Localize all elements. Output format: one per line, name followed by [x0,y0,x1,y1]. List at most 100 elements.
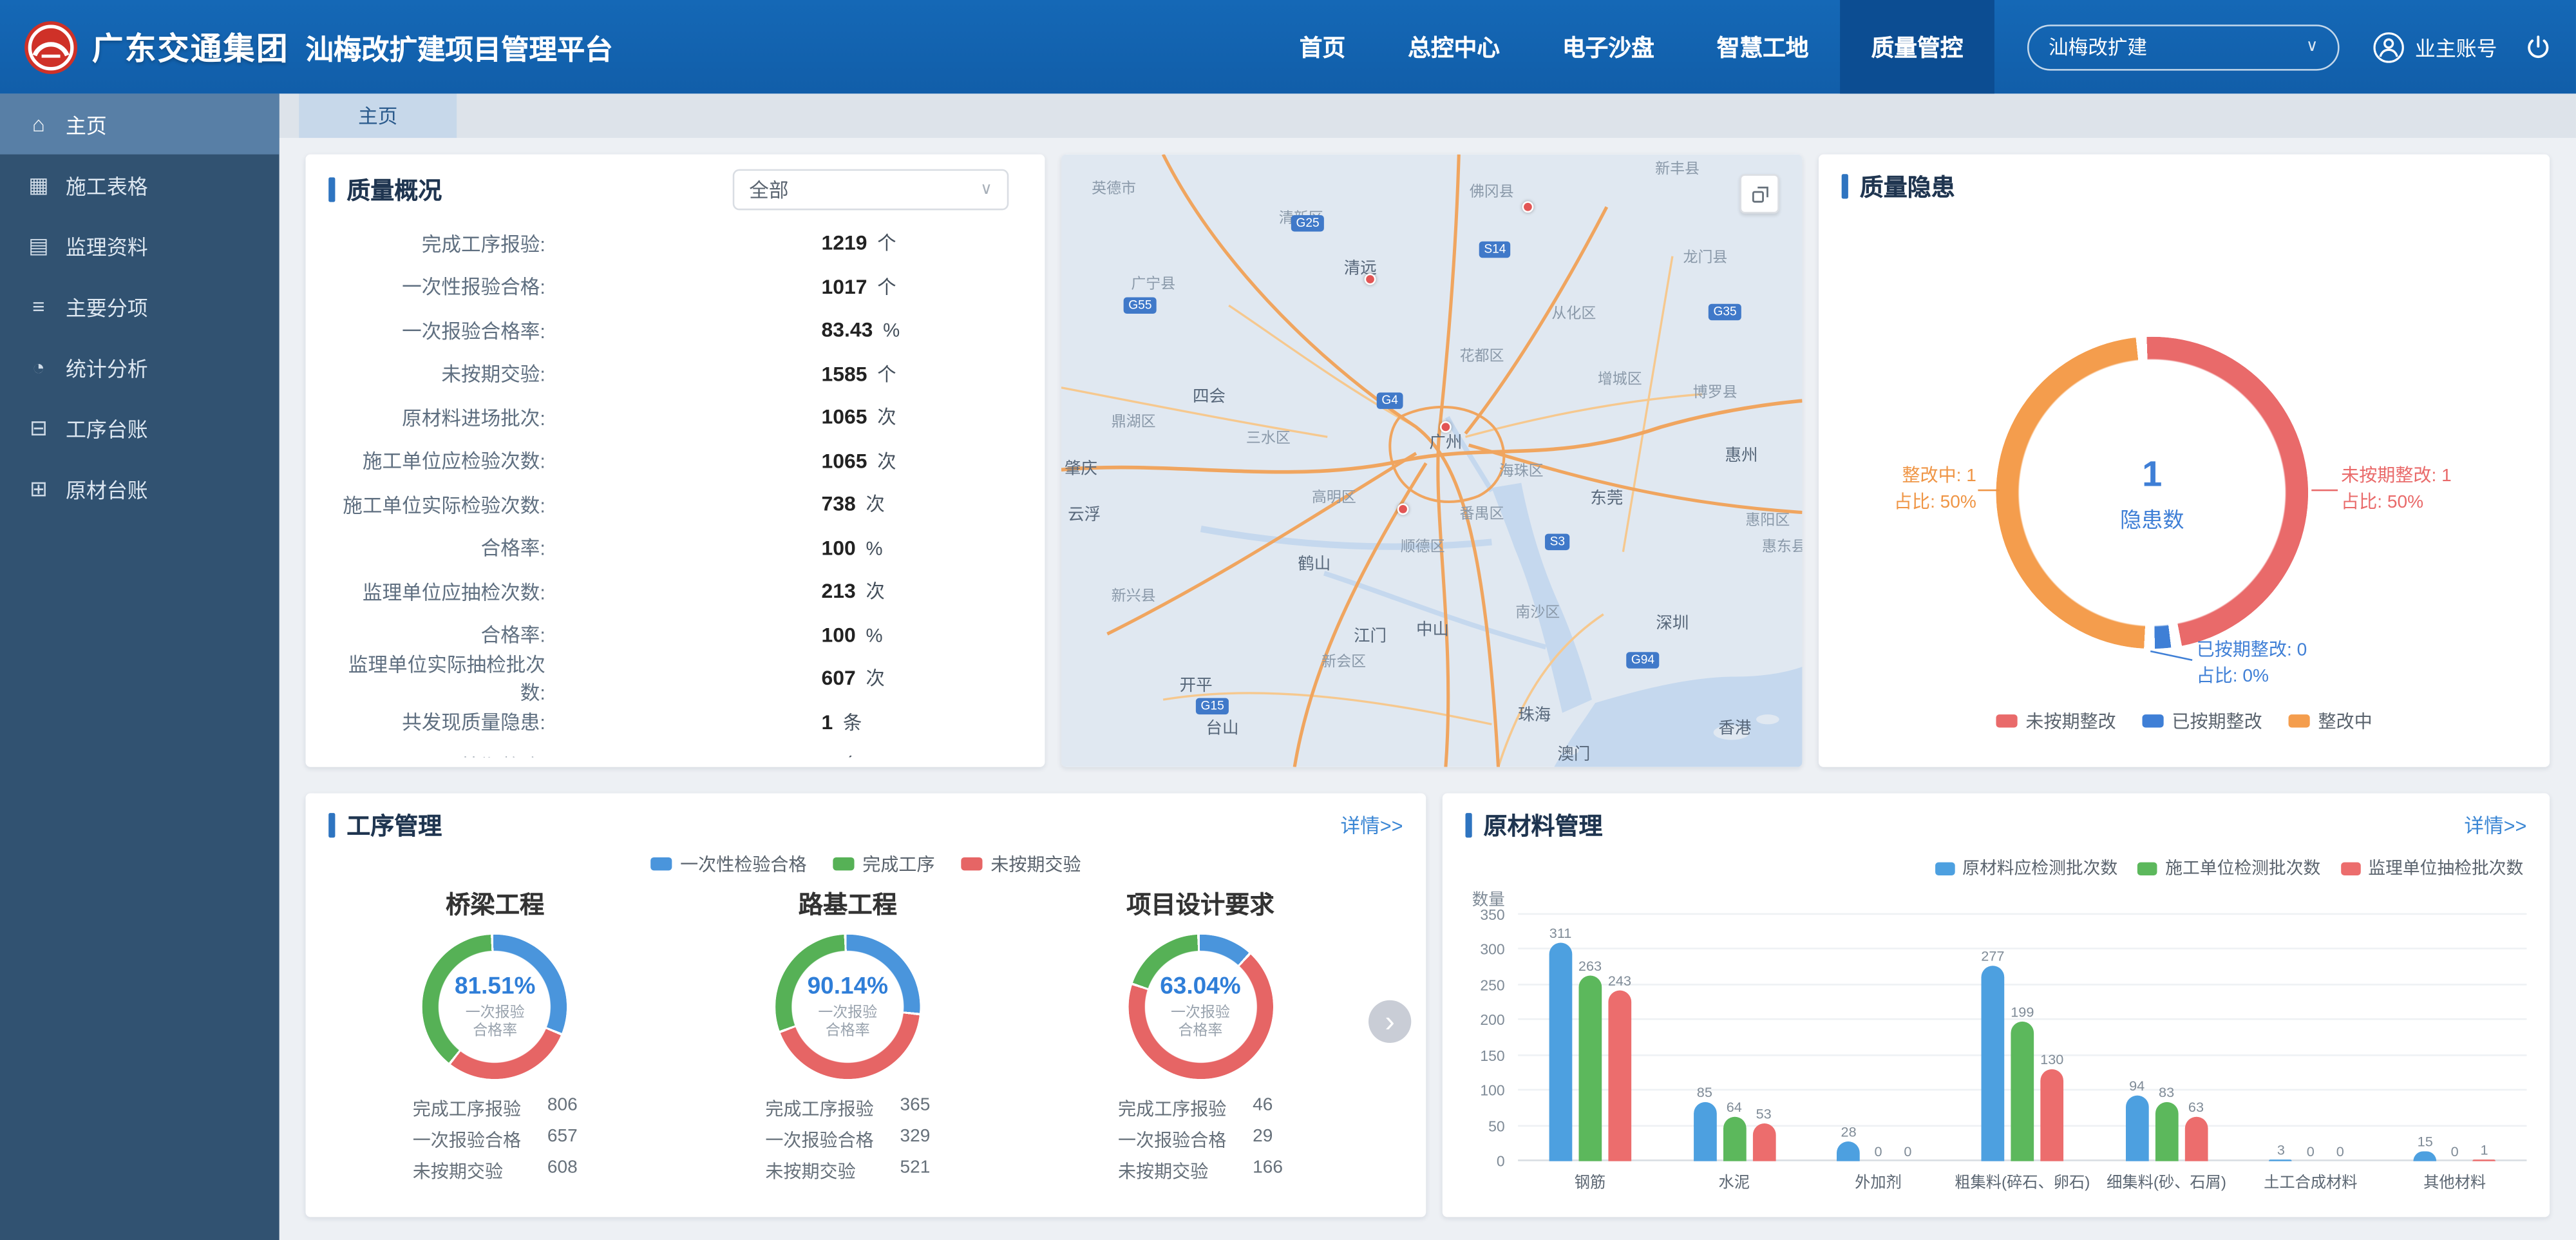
map-place-label: 鹤山 [1298,549,1331,574]
bar-rect [2040,1070,2063,1161]
stat-label: 合格率: [332,534,545,562]
map-place-label: 澳门 [1557,740,1590,765]
stat-row: 施工单位应检验次数:1065 次 [332,439,1045,483]
process-stat-value: 329 [900,1127,931,1153]
map-place-label: 博罗县 [1693,380,1738,401]
process-stat-label: 未按期交验 [1118,1158,1226,1185]
quality-overview-title: 质量概况 [328,173,442,207]
hazard-panel: 质量隐患 1 隐患数 整改中: 1占比: 50% 未按期整改: 1占比: 50% [1819,155,2550,767]
bar-value-label: 311 [1549,924,1572,940]
map-place-label: 顺德区 [1401,535,1445,556]
y-tick-label: 50 [1488,1118,1505,1134]
legend-item[interactable]: 原材料应检测批次数 [1935,855,2117,880]
project-selector[interactable]: 汕梅改扩建 ∨ [2027,24,2340,70]
bar-value-label: 277 [1981,948,2004,964]
legend-label: 已按期整改 [2172,708,2262,734]
bar: 85 [1692,1083,1717,1161]
legend-item[interactable]: 已按期整改 [2143,708,2262,734]
bar-rect [2414,1150,2437,1161]
power-icon[interactable] [2523,32,2553,62]
stat-value: 100 % [822,537,883,560]
material-icon: ⊞ [26,475,51,502]
sidebar-item[interactable]: ⌂主页 [0,93,279,154]
nav-item[interactable]: 智慧工地 [1685,0,1840,93]
bar-value-label: 0 [2336,1143,2344,1159]
company-logo-icon [23,19,79,75]
bar-rect [2184,1117,2208,1161]
stat-unit: 次 [872,410,896,430]
map-place-label: 增城区 [1598,367,1642,388]
legend-chip [2289,714,2310,727]
stat-value: 213 次 [822,578,885,605]
sidebar-item[interactable]: ▦施工表格 [0,155,279,215]
map-marker [1440,421,1452,433]
bar-rect [2473,1159,2496,1161]
bar: 63 [2184,1099,2208,1161]
process-stat-value: 29 [1253,1127,1283,1153]
process-panel: 工序管理 详情>> 一次性检验合格完成工序未按期交验 桥梁工程81.51%一次报… [305,794,1426,1217]
legend-item[interactable]: 一次性检验合格 [650,851,806,877]
process-donut-chart: 81.51%一次报验 合格率 [422,935,567,1079]
bar-group: 277199130 [1950,915,2094,1161]
process-details-link[interactable]: 详情>> [1341,812,1403,839]
quality-stats-list[interactable]: 完成工序报验:1219 个一次性报验合格:1017 个一次报验合格率:83.43… [305,222,1045,757]
map-panel[interactable]: 英德市清新区佛冈县新丰县龙门县广宁县清远从化区花都区四会增城区博罗县鼎湖区三水区… [1061,155,1803,767]
carousel-next-button[interactable]: › [1368,1000,1411,1043]
hazard-callout-in-progress: 整改中: 1占比: 50% [1894,463,1976,516]
stat-row: 按期整改:0 条 [332,744,1045,757]
bar-rect [2125,1095,2148,1161]
legend-item[interactable]: 完成工序 [833,851,934,877]
table-icon: ▦ [26,171,51,198]
map-place-label: 云浮 [1068,500,1101,524]
stats-icon: ◔ [26,355,51,379]
bar-value-label: 243 [1608,972,1631,988]
x-axis-labels: 钢筋水泥外加剂粗集料(碎石、卵石)细集料(砂、石屑)土工合成材料其他材料 [1518,1169,2526,1192]
process-group-stats: 完成工序报验46一次报验合格29未按期交验166 [1118,1096,1283,1185]
sidebar-item[interactable]: ⊞原材台账 [0,458,279,519]
stat-row: 完成工序报验:1219 个 [332,222,1045,265]
bar-rect [1837,1141,1861,1161]
map-place-label: 海珠区 [1499,459,1544,481]
scope-select[interactable]: 全部 ∨ [733,169,1009,211]
bar: 1 [2472,1141,2496,1161]
stat-row: 一次性报验合格:1017 个 [332,265,1045,309]
process-donut-center: 63.04%一次报验 合格率 [1128,935,1273,1079]
bar-value-label: 3 [2277,1141,2285,1157]
nav-item[interactable]: 质量管控 [1840,0,1994,93]
legend-item[interactable]: 整改中 [2289,708,2372,734]
tab-home[interactable]: 主页 [299,93,457,138]
sidebar-item[interactable]: ◔统计分析 [0,337,279,397]
ledger-icon: ⊟ [26,415,51,441]
stat-value: 100 % [822,624,883,647]
map-place-label: 珠海 [1518,700,1551,725]
x-axis-label: 水泥 [1662,1169,1806,1192]
stat-unit: % [860,540,882,560]
legend-item[interactable]: 未按期整改 [1996,708,2116,734]
process-group-stats: 完成工序报验365一次报验合格329未按期交验521 [765,1096,930,1185]
nav-item[interactable]: 总控中心 [1377,0,1531,93]
bar: 64 [1722,1098,1747,1161]
stat-row: 监理单位实际抽检批次数:607 次 [332,657,1045,701]
sidebar-item[interactable]: ▤监理资料 [0,215,279,276]
sidebar-item[interactable]: ≡主要分项 [0,276,279,336]
chevron-down-icon: ∨ [980,180,992,198]
map-expand-button[interactable] [1740,174,1779,213]
materials-title: 原材料管理 [1465,808,1602,843]
process-group-stats: 完成工序报验806一次报验合格657未按期交验608 [413,1096,578,1185]
legend-item[interactable]: 监理单位抽检批次数 [2340,855,2523,880]
materials-details-link[interactable]: 详情>> [2464,812,2526,839]
sidebar-item[interactable]: ⊟工序台账 [0,397,279,458]
title-accent-bar [1842,174,1848,198]
legend-item[interactable]: 未按期交验 [961,851,1081,877]
stat-unit: 次 [860,671,885,691]
nav-item[interactable]: 电子沙盘 [1531,0,1685,93]
user-account[interactable]: 业主账号 [2372,30,2497,63]
map-place-label: 四会 [1193,382,1226,406]
process-stat-label: 完成工序报验 [1118,1096,1226,1122]
nav-item[interactable]: 首页 [1268,0,1376,93]
x-axis-label: 钢筋 [1518,1169,1662,1192]
bar-value-label: 94 [2129,1077,2145,1093]
legend-item[interactable]: 施工单位检测批次数 [2137,855,2320,880]
doc-icon: ▤ [26,233,51,259]
legend-label: 施工单位检测批次数 [2165,855,2320,880]
